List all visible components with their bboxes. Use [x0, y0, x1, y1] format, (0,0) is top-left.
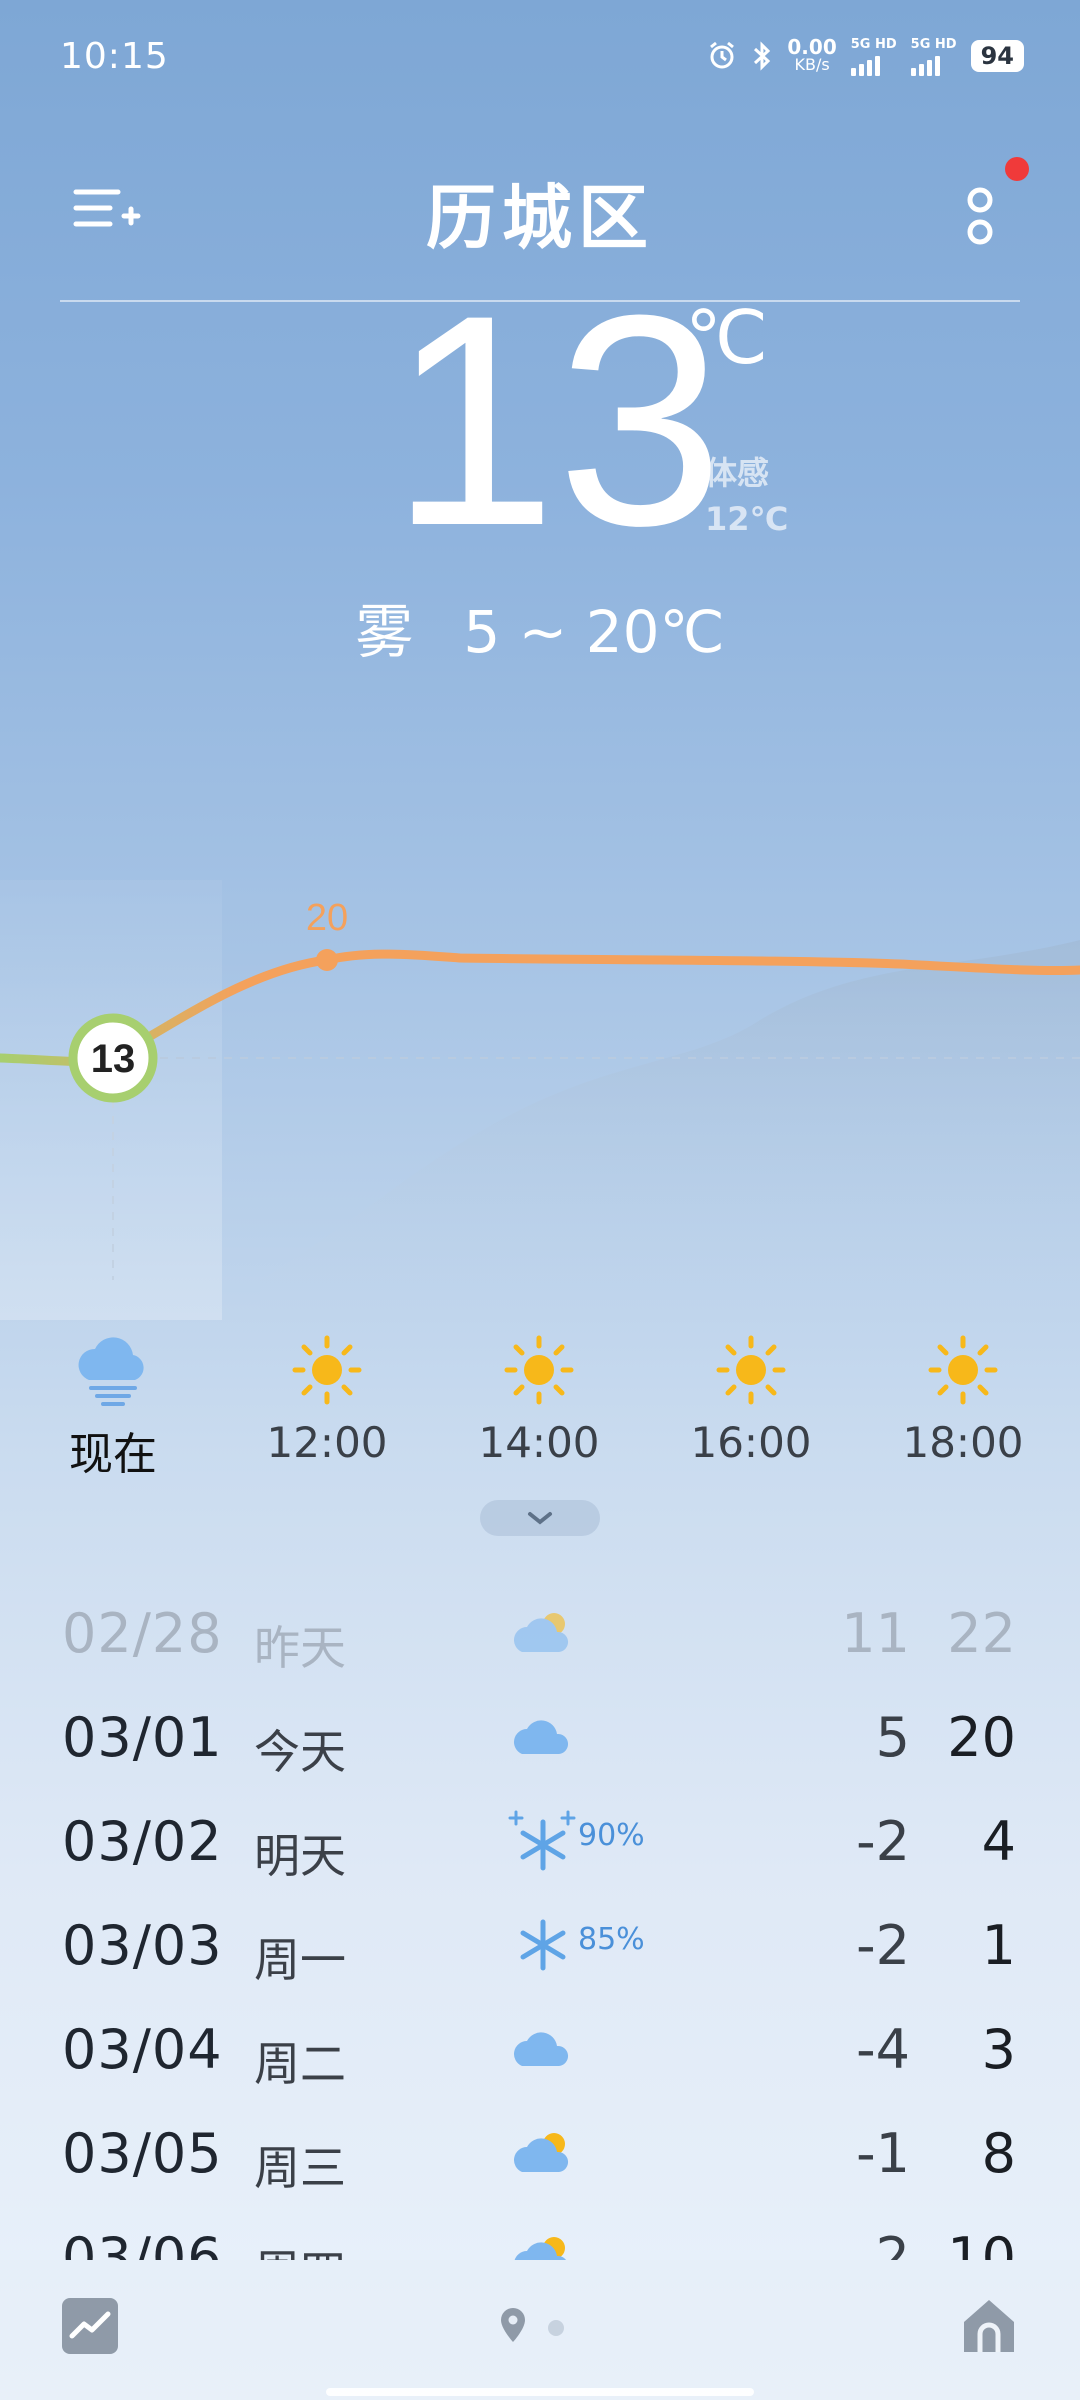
hour-label: 12:00: [266, 1418, 388, 1467]
daily-low: 11: [841, 1602, 910, 1665]
daily-low: -2: [856, 1914, 910, 1977]
daily-row[interactable]: 03/01 今天 5 20: [0, 1694, 1080, 1798]
daily-low: 5: [875, 1706, 910, 1769]
daily-row[interactable]: 03/03 周一 85% -2 1: [0, 1902, 1080, 2006]
temperature-range: 5 ~ 20℃: [463, 598, 725, 666]
signal-1: 5G HD: [850, 36, 897, 76]
hour-item-1400[interactable]: 14:00: [439, 1330, 639, 1467]
current-temperature: 13: [390, 252, 724, 588]
signal-1-label: 5G HD: [850, 37, 897, 52]
fog-icon: [78, 1337, 144, 1406]
mountain-background: [260, 940, 1080, 1320]
hour-label: 现在: [69, 1429, 157, 1480]
signal-2-label: 5G HD: [910, 37, 957, 52]
daily-row[interactable]: 03/06 周四 2 10: [0, 2214, 1080, 2260]
condition-line: 雾 5 ~ 20℃: [0, 585, 1080, 669]
daily-day-name: 周二: [254, 2037, 346, 2091]
daily-row[interactable]: 03/04 周二 -4 3: [0, 2006, 1080, 2110]
daily-date: 03/02: [62, 1810, 223, 1873]
daily-high: 22: [947, 1602, 1016, 1665]
daily-date: 03/01: [62, 1706, 223, 1769]
status-bar: 10:15 0.00 KB/s 5G HD 5G HD 94: [0, 0, 1080, 110]
net-speed-value: 0.00: [787, 35, 837, 59]
daily-date: 03/03: [62, 1914, 223, 1977]
bottom-bar: [0, 2260, 1080, 2400]
feels-like-label: 体感: [705, 454, 770, 492]
notification-dot: [1005, 157, 1029, 181]
more-options-icon[interactable]: [950, 174, 1010, 254]
sun-icon: [292, 1335, 362, 1405]
now-temp-label: 13: [91, 1037, 136, 1081]
daily-row[interactable]: 03/05 周三 -1 8: [0, 2110, 1080, 2214]
daily-day-name: 昨天: [254, 1621, 346, 1675]
signal-bars-icon: [850, 54, 897, 76]
trend-chart-icon[interactable]: [62, 2298, 118, 2354]
cloud-icon: [514, 2032, 569, 2066]
daily-day-name: 周一: [254, 1933, 346, 1987]
hour-item-1800[interactable]: 18:00: [863, 1330, 1063, 1467]
daily-high: 10: [947, 2226, 1016, 2260]
daily-row[interactable]: 02/28 昨天 11 22: [0, 1590, 1080, 1694]
daily-day-name: 今天: [254, 1725, 346, 1779]
hour-label: 16:00: [690, 1418, 812, 1467]
snow-icon: [508, 1810, 576, 1871]
expand-toggle-button[interactable]: [480, 1500, 600, 1536]
partly-cloudy-icon: [514, 2133, 569, 2172]
net-speed-unit: KB/s: [794, 55, 830, 74]
daily-day-name: 明天: [254, 1829, 346, 1883]
daily-high: 3: [981, 2018, 1016, 2081]
daily-high: 4: [981, 1810, 1016, 1873]
snow-icon: [520, 1919, 566, 1971]
chevron-down-icon: [528, 1512, 552, 1525]
hour-item-1200[interactable]: 12:00: [227, 1330, 427, 1467]
net-speed: 0.00 KB/s: [787, 35, 837, 74]
cloud-icon: [514, 1720, 569, 1754]
city-name[interactable]: 历城区: [0, 162, 1080, 263]
feels-like-value: 12℃: [705, 500, 789, 538]
sun-icon: [504, 1335, 574, 1405]
partly-cloudy-icon: [514, 2237, 567, 2260]
daily-high: 1: [981, 1914, 1016, 1977]
daily-row[interactable]: 03/02 明天 90% -2 4: [0, 1798, 1080, 1902]
bluetooth-icon: [754, 41, 771, 71]
peak-point: [316, 949, 338, 971]
partly-cloudy-icon: [514, 1613, 569, 1652]
daily-high: 8: [981, 2122, 1016, 2185]
page-indicator-dot[interactable]: [548, 2320, 564, 2336]
daily-low: -4: [856, 2018, 910, 2081]
hour-item-1600[interactable]: 16:00: [651, 1330, 851, 1467]
status-time: 10:15: [60, 36, 169, 77]
temperature-unit: ℃: [685, 295, 769, 381]
hourly-temperature-chart[interactable]: 20 13: [0, 860, 1080, 1320]
daily-day-name: 周三: [254, 2141, 346, 2195]
signal-2: 5G HD: [910, 36, 957, 76]
system-home-indicator[interactable]: [326, 2388, 754, 2396]
daily-day-name: 周四: [254, 2236, 346, 2260]
signal-bars-icon: [910, 54, 957, 76]
precip-probability: 90%: [578, 1818, 645, 1853]
daily-date: 03/05: [62, 2122, 223, 2185]
status-icons: 0.00 KB/s 5G HD 5G HD 94: [707, 34, 1024, 78]
peak-temp-label: 20: [306, 897, 348, 939]
daily-low: 2: [875, 2226, 910, 2260]
daily-forecast-list: 02/28 昨天 11 22 03/01 今天 5 20 03/02 明天 90…: [0, 1590, 1080, 2260]
condition-text: 雾: [355, 598, 414, 666]
daily-high: 20: [947, 1706, 1016, 1769]
daily-low: -1: [856, 2122, 910, 2185]
home-icon[interactable]: [960, 2296, 1018, 2356]
location-pin-icon[interactable]: [498, 2306, 528, 2344]
hourly-forecast: 现在 12:00 14:00 16:00 18:00: [0, 1310, 1080, 1480]
daily-date: 03/04: [62, 2018, 223, 2081]
hour-label: 18:00: [902, 1418, 1024, 1467]
daily-date: 03/06: [62, 2226, 223, 2260]
daily-date: 02/28: [62, 1602, 223, 1665]
sun-icon: [928, 1335, 998, 1405]
sun-icon: [716, 1335, 786, 1405]
hour-item-now[interactable]: 现在: [13, 1330, 213, 1482]
precip-probability: 85%: [578, 1922, 645, 1957]
alarm-icon: [710, 41, 735, 69]
hour-label: 14:00: [478, 1418, 600, 1467]
daily-low: -2: [856, 1810, 910, 1873]
battery-indicator: 94: [970, 40, 1024, 72]
